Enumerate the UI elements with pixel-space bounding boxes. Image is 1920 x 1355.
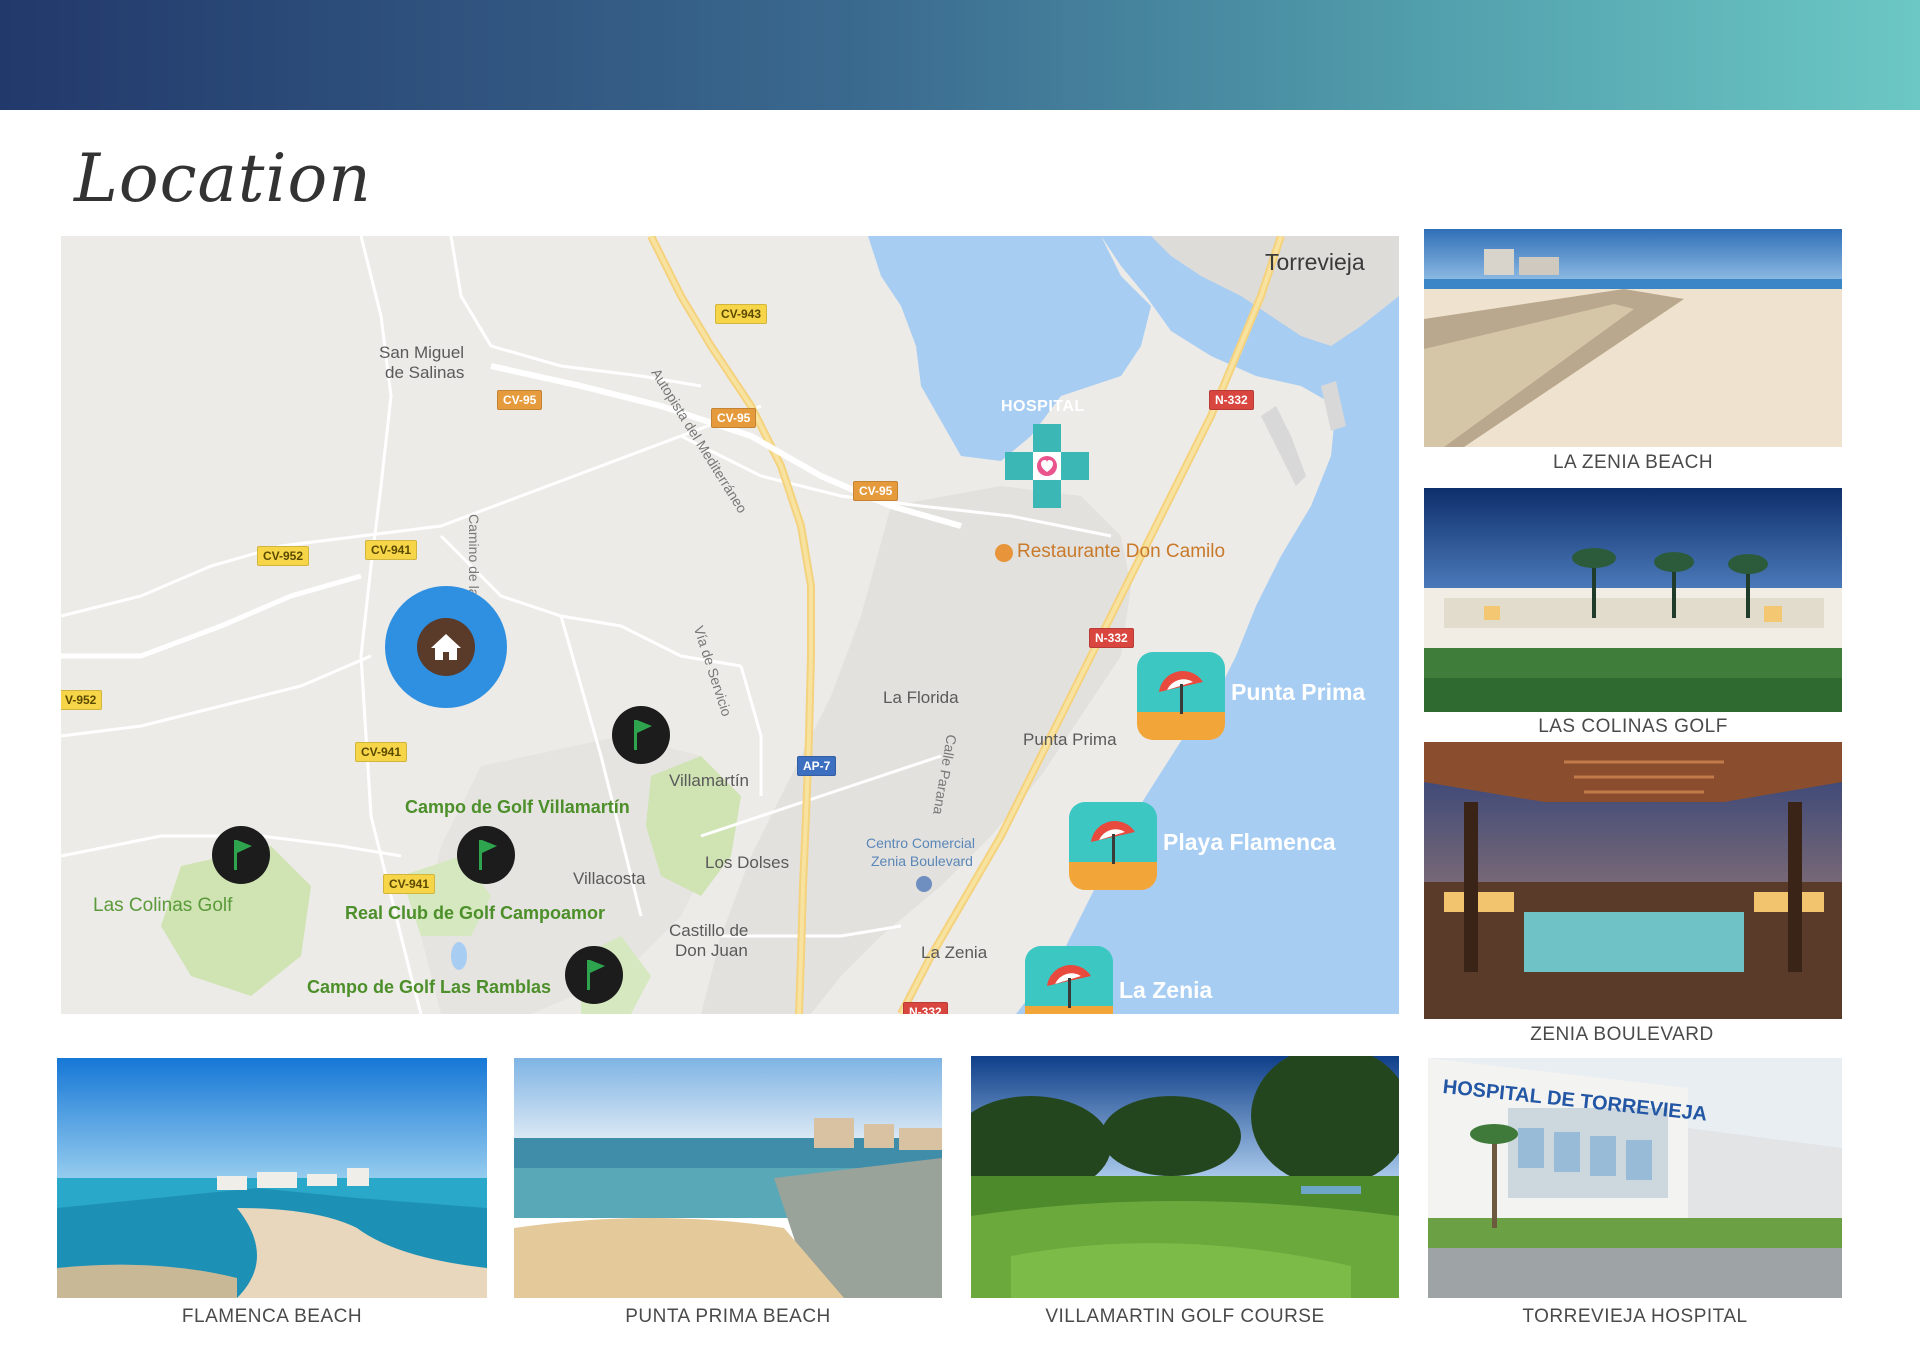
road-badge-cv95-c: CV-95	[853, 481, 899, 502]
road-badge-cv95-a: CV-95	[497, 390, 543, 411]
photo-la-zenia-beach[interactable]	[1424, 229, 1842, 447]
map-label-castillo-line1: Castillo de	[669, 921, 749, 940]
road-badge-ap7: AP-7	[797, 756, 837, 777]
map-poi-hospital: HOSPITAL	[1001, 398, 1085, 415]
photo-zenia-boulevard[interactable]	[1424, 742, 1842, 1019]
caption-las-colinas-golf: LAS COLINAS GOLF	[1538, 716, 1728, 737]
map-label-castillo-line2: Don Juan	[675, 941, 748, 960]
caption-villamartin-golf: VILLAMARTIN GOLF COURSE	[1045, 1306, 1325, 1327]
map-label-villacosta: Villacosta	[573, 869, 646, 888]
road-badge-cv952-b: V-952	[61, 690, 103, 711]
road-badge-n332-a: N-332	[1209, 390, 1254, 411]
map-label-la-florida: La Florida	[883, 688, 959, 707]
map-beach-playa-flamenca[interactable]: Playa Flamenca	[1163, 829, 1336, 855]
map-label-villamartin: Villamartín	[669, 771, 749, 790]
map-label-la-zenia: La Zenia	[921, 943, 988, 962]
hospital-cross-icon[interactable]	[1005, 424, 1089, 508]
caption-la-zenia-beach: LA ZENIA BEACH	[1552, 452, 1714, 473]
map-golf-villamartin[interactable]: Campo de Golf Villamartín	[405, 797, 630, 818]
map-golf-campoamor[interactable]: Real Club de Golf Campoamor	[345, 903, 605, 924]
map-golf-las-colinas[interactable]: Las Colinas Golf	[93, 895, 232, 917]
road-badge-cv95-b: CV-95	[711, 408, 757, 429]
map-poi-mall-line2: Zenia Boulevard	[871, 853, 973, 869]
map-label-torrevieja: Torrevieja	[1265, 249, 1365, 275]
caption-zenia-boulevard: ZENIA BOULEVARD	[1530, 1024, 1714, 1045]
road-badge-cv941-c: CV-941	[383, 874, 436, 895]
road-badge-n332-c: N-332	[903, 1002, 948, 1014]
photo-las-colinas-golf[interactable]	[1424, 488, 1842, 712]
golf-flag-icon[interactable]	[612, 706, 670, 764]
road-badge-cv943: CV-943	[715, 304, 768, 325]
golf-flag-icon[interactable]	[457, 826, 515, 884]
beach-umbrella-icon[interactable]	[1069, 802, 1157, 890]
home-icon	[417, 618, 475, 676]
header-band	[0, 0, 1920, 110]
shopping-icon[interactable]	[916, 876, 932, 892]
road-badge-cv952-a: CV-952	[257, 546, 310, 567]
photo-punta-prima-beach[interactable]	[514, 1058, 942, 1298]
map-poi-restaurant[interactable]: Restaurante Don Camilo	[1017, 541, 1225, 563]
caption-torrevieja-hospital: TORREVIEJA HOSPITAL	[1522, 1306, 1748, 1327]
map-beach-la-zenia[interactable]: La Zenia	[1119, 977, 1212, 1003]
map-base	[61, 236, 1399, 1014]
property-marker[interactable]	[385, 586, 507, 708]
caption-flamenca-beach: FLAMENCA BEACH	[181, 1306, 363, 1327]
photo-flamenca-beach[interactable]	[57, 1058, 487, 1298]
beach-umbrella-icon[interactable]	[1025, 946, 1113, 1014]
map-golf-las-ramblas[interactable]: Campo de Golf Las Ramblas	[307, 977, 551, 998]
caption-punta-prima-beach: PUNTA PRIMA BEACH	[625, 1306, 831, 1327]
road-badge-n332-b: N-332	[1089, 628, 1134, 649]
photo-villamartin-golf[interactable]	[971, 1056, 1399, 1298]
restaurant-icon[interactable]	[995, 544, 1013, 562]
beach-umbrella-icon[interactable]	[1137, 652, 1225, 740]
photo-torrevieja-hospital[interactable]: HOSPITAL DE TORREVIEJA	[1428, 1058, 1842, 1298]
map-label-san-miguel-line1: San Miguel	[379, 343, 465, 362]
golf-flag-icon[interactable]	[212, 826, 270, 884]
map-label-punta-prima: Punta Prima	[1023, 730, 1117, 749]
map-poi-mall-line1: Centro Comercial	[866, 835, 975, 851]
location-map[interactable]: Torrevieja San Miguel de Salinas La Flor…	[61, 236, 1399, 1014]
page-title: Location	[74, 140, 372, 217]
map-label-los-dolses: Los Dolses	[705, 853, 790, 872]
road-badge-cv941-a: CV-941	[365, 540, 418, 561]
map-street-camino: Camino de la	[466, 514, 482, 597]
map-beach-punta-prima[interactable]: Punta Prima	[1231, 679, 1365, 705]
road-badge-cv941-b: CV-941	[355, 742, 408, 763]
map-label-san-miguel-line2: de Salinas	[385, 363, 465, 382]
golf-flag-icon[interactable]	[565, 946, 623, 1004]
